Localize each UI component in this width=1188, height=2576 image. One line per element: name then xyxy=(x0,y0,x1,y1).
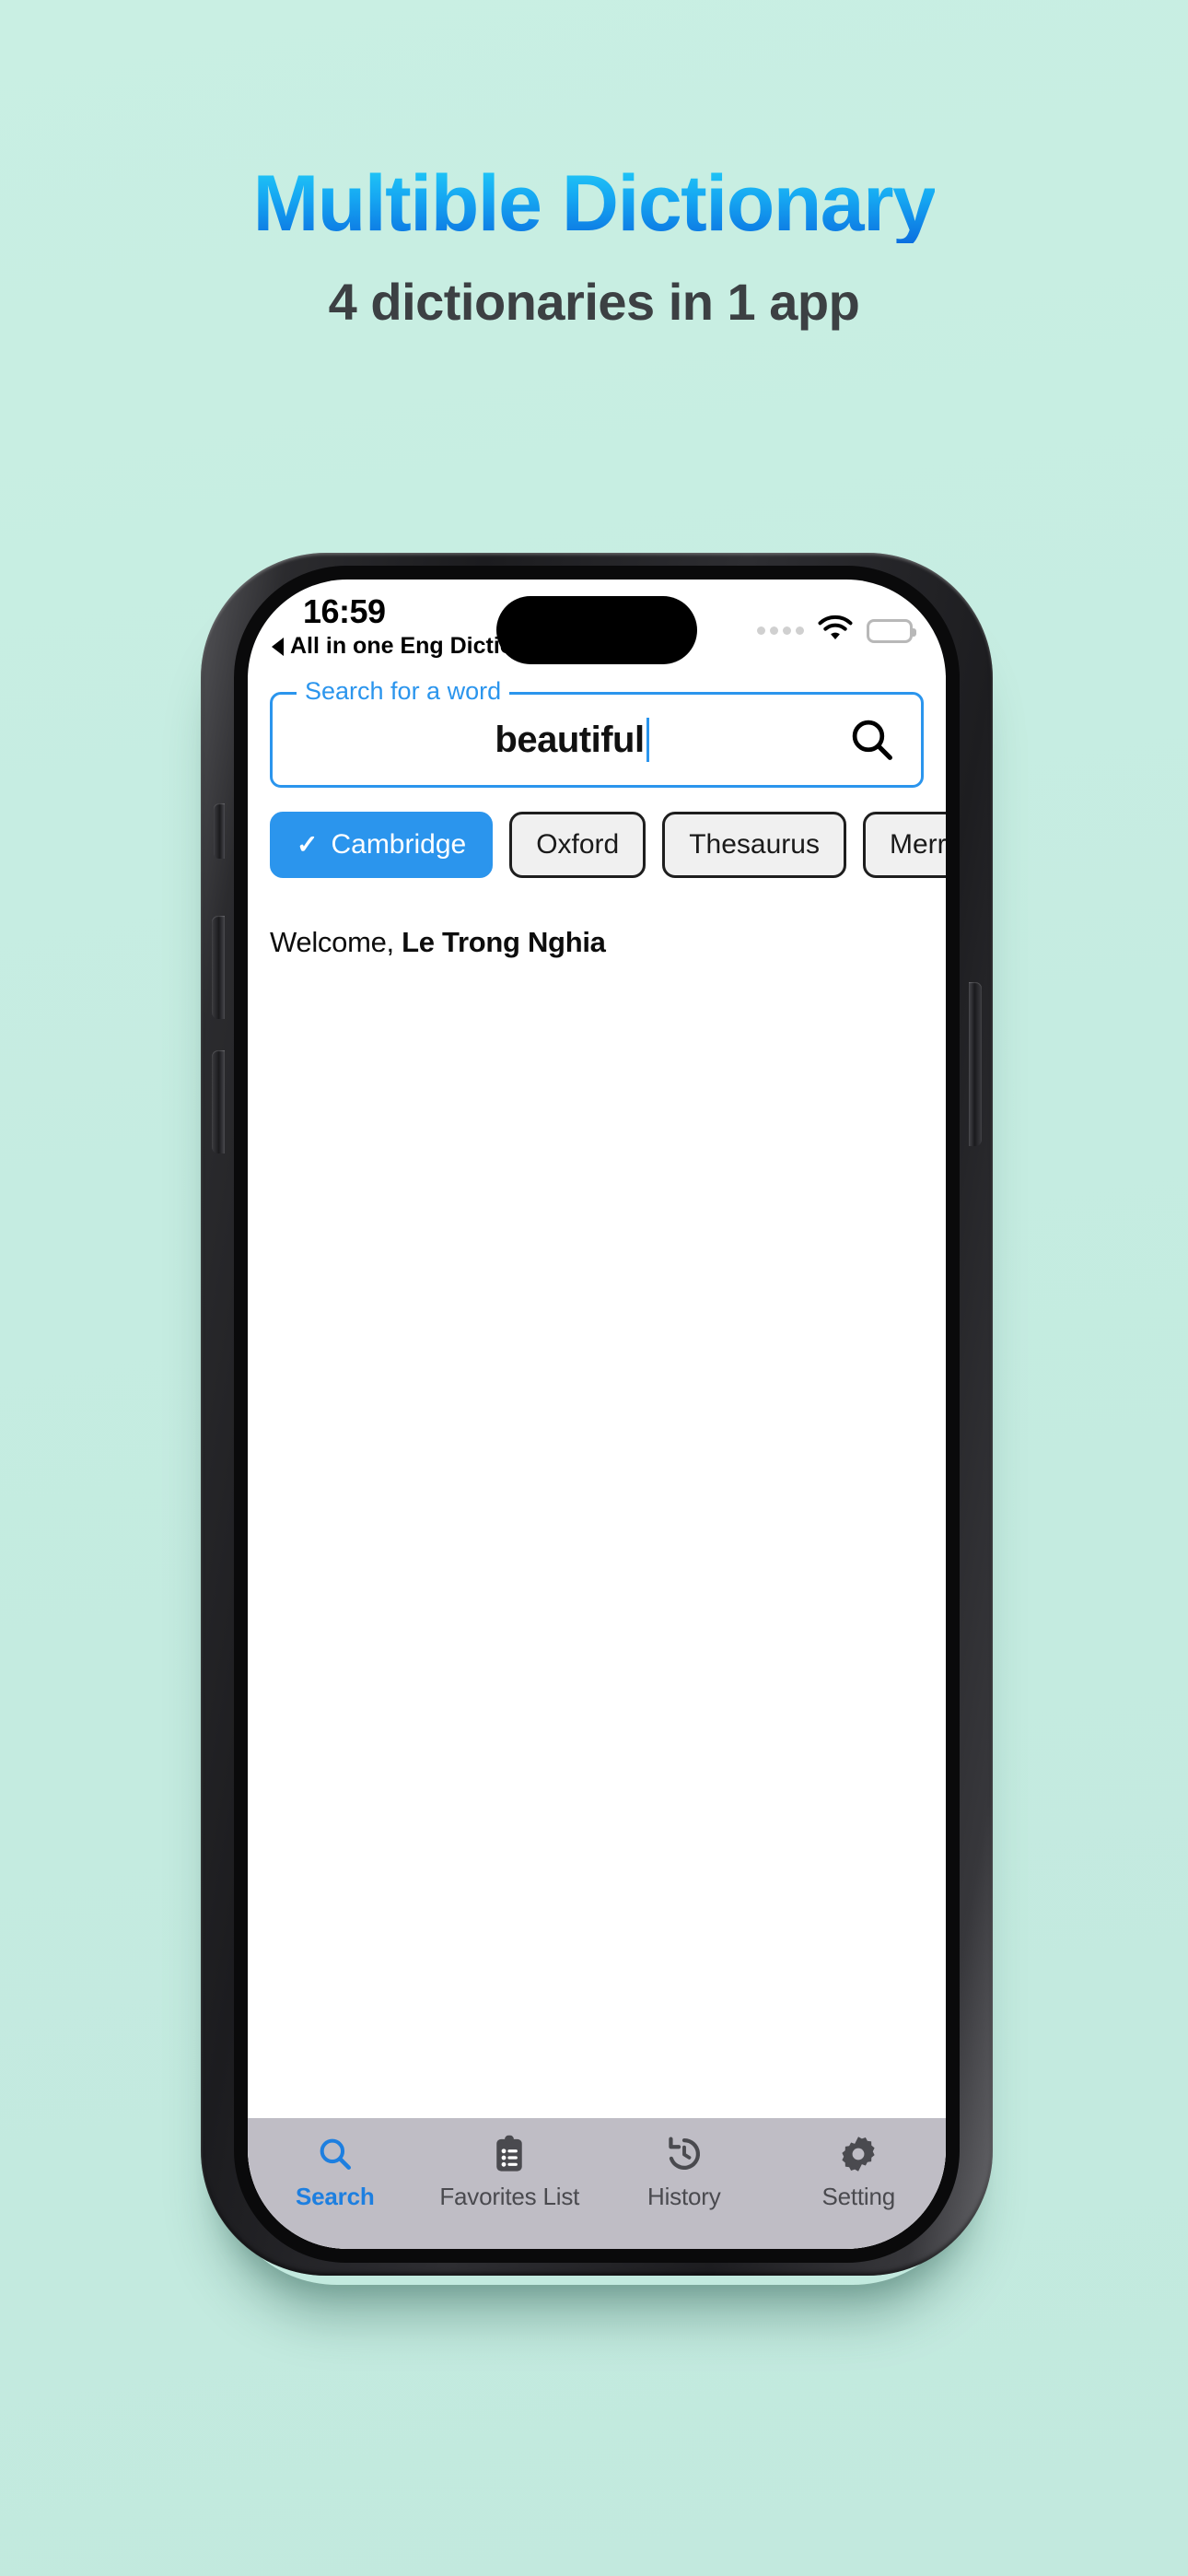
tab-setting[interactable]: Setting xyxy=(772,2133,947,2211)
tab-label: Search xyxy=(295,2183,375,2210)
wifi-icon xyxy=(817,615,854,647)
volume-up-button[interactable] xyxy=(212,916,225,1019)
back-to-app-link[interactable]: All in one Eng Dictio... xyxy=(272,633,533,660)
search-value-wrapper: beautiful xyxy=(297,718,847,762)
phone-bezel: 16:59 All in one Eng Dictio... Search fo… xyxy=(234,566,960,2263)
check-icon: ✓ xyxy=(297,830,319,859)
status-indicators xyxy=(757,615,916,647)
phone-mockup: 16:59 All in one Eng Dictio... Search fo… xyxy=(181,553,1009,2303)
chip-label: Merriam xyxy=(889,829,946,860)
tab-search[interactable]: Search xyxy=(248,2133,423,2211)
welcome-message: Welcome, Le Trong Nghia xyxy=(270,926,946,959)
tab-favorites-list[interactable]: Favorites List xyxy=(423,2133,598,2211)
welcome-greeting: Welcome, xyxy=(270,926,402,958)
gear-icon xyxy=(838,2133,879,2175)
content-area xyxy=(248,959,946,2118)
app-content: Search for a word beautiful ✓ Cambridge … xyxy=(248,675,946,2249)
chip-oxford[interactable]: Oxford xyxy=(509,812,646,878)
status-bar: 16:59 All in one Eng Dictio... xyxy=(248,580,946,675)
chip-cambridge[interactable]: ✓ Cambridge xyxy=(270,812,494,878)
triangle-left-icon xyxy=(272,637,284,656)
welcome-user-name: Le Trong Nghia xyxy=(402,926,606,958)
page-title: Multible Dictionary xyxy=(252,159,937,248)
tab-label: History xyxy=(647,2183,721,2210)
bottom-tab-bar: Search Favorites List History Setting xyxy=(248,2118,946,2249)
search-input[interactable]: Search for a word beautiful xyxy=(270,679,924,788)
tab-label: Favorites List xyxy=(439,2183,580,2210)
search-input-value: beautiful xyxy=(495,719,645,760)
text-caret xyxy=(646,718,649,762)
tab-history[interactable]: History xyxy=(597,2133,772,2211)
search-input-label: Search for a word xyxy=(297,679,510,704)
search-icon[interactable] xyxy=(847,715,897,765)
phone-screen: 16:59 All in one Eng Dictio... Search fo… xyxy=(248,580,946,2249)
chip-merriam[interactable]: Merriam xyxy=(862,812,946,878)
search-field-container: Search for a word beautiful xyxy=(270,679,924,788)
phone-frame: 16:59 All in one Eng Dictio... Search fo… xyxy=(201,553,993,2276)
chip-label: Thesaurus xyxy=(689,829,820,860)
power-button[interactable] xyxy=(969,982,982,1146)
chip-thesaurus[interactable]: Thesaurus xyxy=(662,812,846,878)
chip-label: Oxford xyxy=(536,829,620,860)
battery-full-icon xyxy=(867,618,916,643)
back-to-app-label: All in one Eng Dictio... xyxy=(290,633,533,659)
page-subtitle: 4 dictionaries in 1 app xyxy=(328,273,860,331)
dictionary-filter-chips: ✓ Cambridge Oxford Thesaurus Merriam xyxy=(248,812,946,878)
volume-down-button[interactable] xyxy=(212,1050,225,1153)
signal-dots-icon xyxy=(757,626,804,635)
promo-headings: Multible Dictionary 4 dictionaries in 1 … xyxy=(0,0,1188,328)
search-icon xyxy=(316,2133,355,2175)
clipboard-list-icon xyxy=(491,2133,528,2175)
silence-switch-button[interactable] xyxy=(214,803,225,859)
tab-label: Setting xyxy=(821,2183,896,2210)
status-time: 16:59 xyxy=(303,592,386,630)
history-clock-icon xyxy=(664,2133,705,2175)
chip-label: Cambridge xyxy=(331,829,467,860)
